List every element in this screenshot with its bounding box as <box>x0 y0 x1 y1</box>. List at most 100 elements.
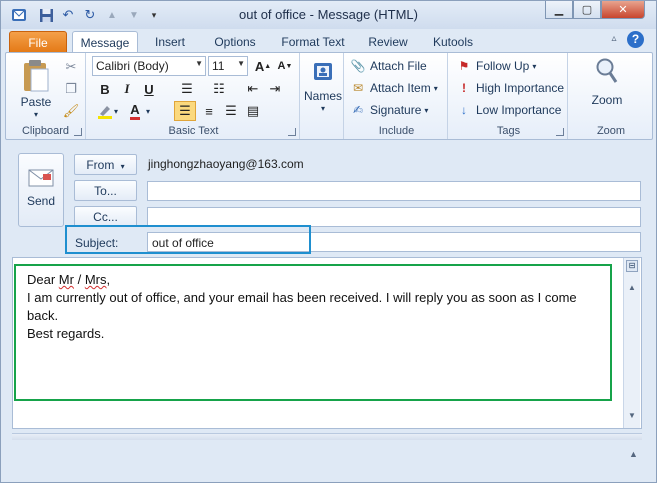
exclamation-icon: ! <box>462 81 466 95</box>
greeting-line: Dear Mr / Mrs, <box>27 271 609 289</box>
tab-options[interactable]: Options <box>205 31 265 53</box>
low-importance-label: Low Importance <box>476 103 562 117</box>
title-bar: ↶ ↻ ▲ ▼ ▾ out of office - Message (HTML)… <box>1 1 656 29</box>
tab-kutools[interactable]: Kutools <box>425 31 481 53</box>
names-group: Names ▾ <box>302 53 344 139</box>
font-color-dropdown-icon[interactable]: ▾ <box>146 107 150 116</box>
message-body-text[interactable]: Dear Mr / Mrs, I am currently out of off… <box>27 271 609 343</box>
basic-text-group: Calibri (Body) ▼ 11 ▼ A ▲ A ▼ B I U ☰ ☷ ⇤ … <box>88 53 300 139</box>
follow-up-button[interactable]: ⚑ Follow Up ▾ <box>456 58 537 74</box>
paperclip-icon: 📎 <box>350 59 366 73</box>
shrink-font-icon[interactable]: A ▼ <box>274 56 296 76</box>
closing-line: Best regards. <box>27 326 105 341</box>
from-dropdown-icon: ▾ <box>120 162 125 171</box>
body-line: I am currently out of office, and your e… <box>27 290 577 323</box>
maximize-button[interactable]: ▢ <box>573 1 601 19</box>
low-importance-button[interactable]: ↓ Low Importance <box>456 102 561 118</box>
to-button[interactable]: To... <box>74 180 137 201</box>
tags-launcher-icon[interactable] <box>556 128 564 136</box>
cc-button[interactable]: Cc... <box>74 206 137 227</box>
zoom-button-label: Zoom <box>591 93 623 107</box>
zoom-group: Zoom Zoom <box>570 53 652 139</box>
bullets-icon[interactable]: ☰ <box>176 79 198 99</box>
font-size-select[interactable]: 11 ▼ <box>208 56 248 76</box>
paste-dropdown-icon: ▾ <box>33 110 38 119</box>
greeting-slash: / <box>73 272 85 287</box>
from-button[interactable]: From ▾ <box>74 154 137 175</box>
names-dropdown-icon: ▾ <box>320 104 325 113</box>
attach-item-button[interactable]: ✉ Attach Item ▾ <box>350 80 438 96</box>
ribbon-tabs: File Message Insert Options Format Text … <box>1 29 656 54</box>
body-scrollbar[interactable]: ⊟ ▲ ▼ <box>623 258 640 428</box>
scroll-up-icon[interactable]: ▲ <box>626 282 638 294</box>
names-button[interactable]: Names ▾ <box>304 59 342 121</box>
paste-button[interactable]: Paste ▾ <box>14 57 58 121</box>
highlight-dropdown-icon[interactable]: ▾ <box>114 107 118 116</box>
increase-indent-icon[interactable]: ⇥ <box>264 79 286 99</box>
attach-item-dropdown-icon: ▾ <box>433 83 438 93</box>
zoom-group-label: Zoom <box>596 125 626 137</box>
send-label: Send <box>26 194 56 208</box>
tab-message[interactable]: Message <box>72 31 138 54</box>
bold-icon[interactable]: B <box>94 79 116 99</box>
align-left-icon[interactable]: ☰ <box>174 101 196 121</box>
include-group: 📎 Attach File ✉ Attach Item ▾ ✍ Signatur… <box>346 53 448 139</box>
italic-icon[interactable]: I <box>116 79 138 99</box>
horizontal-scrollbar[interactable] <box>12 433 642 440</box>
font-color-icon[interactable]: A <box>124 101 146 121</box>
greeting-mr: Mr <box>58 272 74 287</box>
help-icon[interactable]: ? <box>627 31 644 48</box>
font-name-select[interactable]: Calibri (Body) ▼ <box>92 56 206 76</box>
tab-format-text[interactable]: Format Text <box>273 31 353 53</box>
justify-icon[interactable]: ▤ <box>242 101 264 121</box>
zoom-button[interactable]: Zoom <box>582 57 632 109</box>
follow-up-dropdown-icon: ▾ <box>532 61 537 71</box>
font-dropdown-icon: ▼ <box>195 59 203 68</box>
align-right-icon[interactable]: ☰ <box>220 101 242 121</box>
cut-icon[interactable]: ✂ <box>60 57 82 77</box>
cc-field[interactable] <box>147 207 641 227</box>
send-button[interactable]: Send <box>18 153 64 227</box>
tab-file[interactable]: File <box>9 31 67 53</box>
high-importance-button[interactable]: ! High Importance <box>456 80 564 96</box>
tags-group-label: Tags <box>496 125 521 137</box>
greeting-dear: Dear <box>27 272 59 287</box>
decrease-indent-icon[interactable]: ⇤ <box>242 79 264 99</box>
from-address: jinghongzhaoyang@163.com <box>148 157 304 171</box>
numbering-icon[interactable]: ☷ <box>208 79 230 99</box>
align-center-icon[interactable]: ≡ <box>198 101 220 121</box>
ruler-toggle-icon[interactable]: ⊟ <box>626 260 638 272</box>
flag-icon: ⚑ <box>458 59 470 73</box>
signature-icon: ✍ <box>352 103 364 117</box>
grow-font-icon[interactable]: A ▲ <box>252 56 274 76</box>
names-label: Names <box>304 89 343 103</box>
highlight-color-icon[interactable] <box>94 101 116 121</box>
attach-file-button[interactable]: 📎 Attach File <box>350 58 427 74</box>
copy-icon[interactable]: ❐ <box>60 79 82 99</box>
attach-item-label: Attach Item <box>370 81 431 95</box>
clipboard-launcher-icon[interactable] <box>74 128 82 136</box>
clipboard-group: Paste ▾ ✂ ❐ 🖌 Clipboard <box>6 53 86 139</box>
people-pane-toggle-icon[interactable]: ▲ <box>629 449 638 459</box>
signature-button[interactable]: ✍ Signature ▾ <box>350 102 428 118</box>
window-title-suffix: - Message (HTML) <box>309 7 418 22</box>
font-name-value: Calibri (Body) <box>96 59 169 73</box>
basic-text-group-label: Basic Text <box>168 125 219 137</box>
greeting-mrs: Mrs <box>84 272 107 287</box>
ribbon: Paste ▾ ✂ ❐ 🖌 Clipboard Calibri (Body) ▼… <box>5 52 653 140</box>
follow-up-label: Follow Up <box>476 59 530 73</box>
tab-insert[interactable]: Insert <box>144 31 196 53</box>
basic-text-launcher-icon[interactable] <box>288 128 296 136</box>
scroll-down-icon[interactable]: ▼ <box>626 410 638 422</box>
close-button[interactable]: ✕ <box>601 1 645 19</box>
underline-icon[interactable]: U <box>138 79 160 99</box>
tab-review[interactable]: Review <box>362 31 414 53</box>
to-field[interactable] <box>147 181 641 201</box>
envelope-icon: ✉ <box>352 81 364 95</box>
ribbon-collapse-icon[interactable]: ▵ <box>607 33 621 47</box>
people-pane <box>5 442 653 479</box>
signature-label: Signature <box>370 103 422 117</box>
paste-label: Paste <box>20 95 52 109</box>
format-painter-icon[interactable]: 🖌 <box>60 101 82 121</box>
minimize-button[interactable]: ▁ <box>545 1 573 19</box>
